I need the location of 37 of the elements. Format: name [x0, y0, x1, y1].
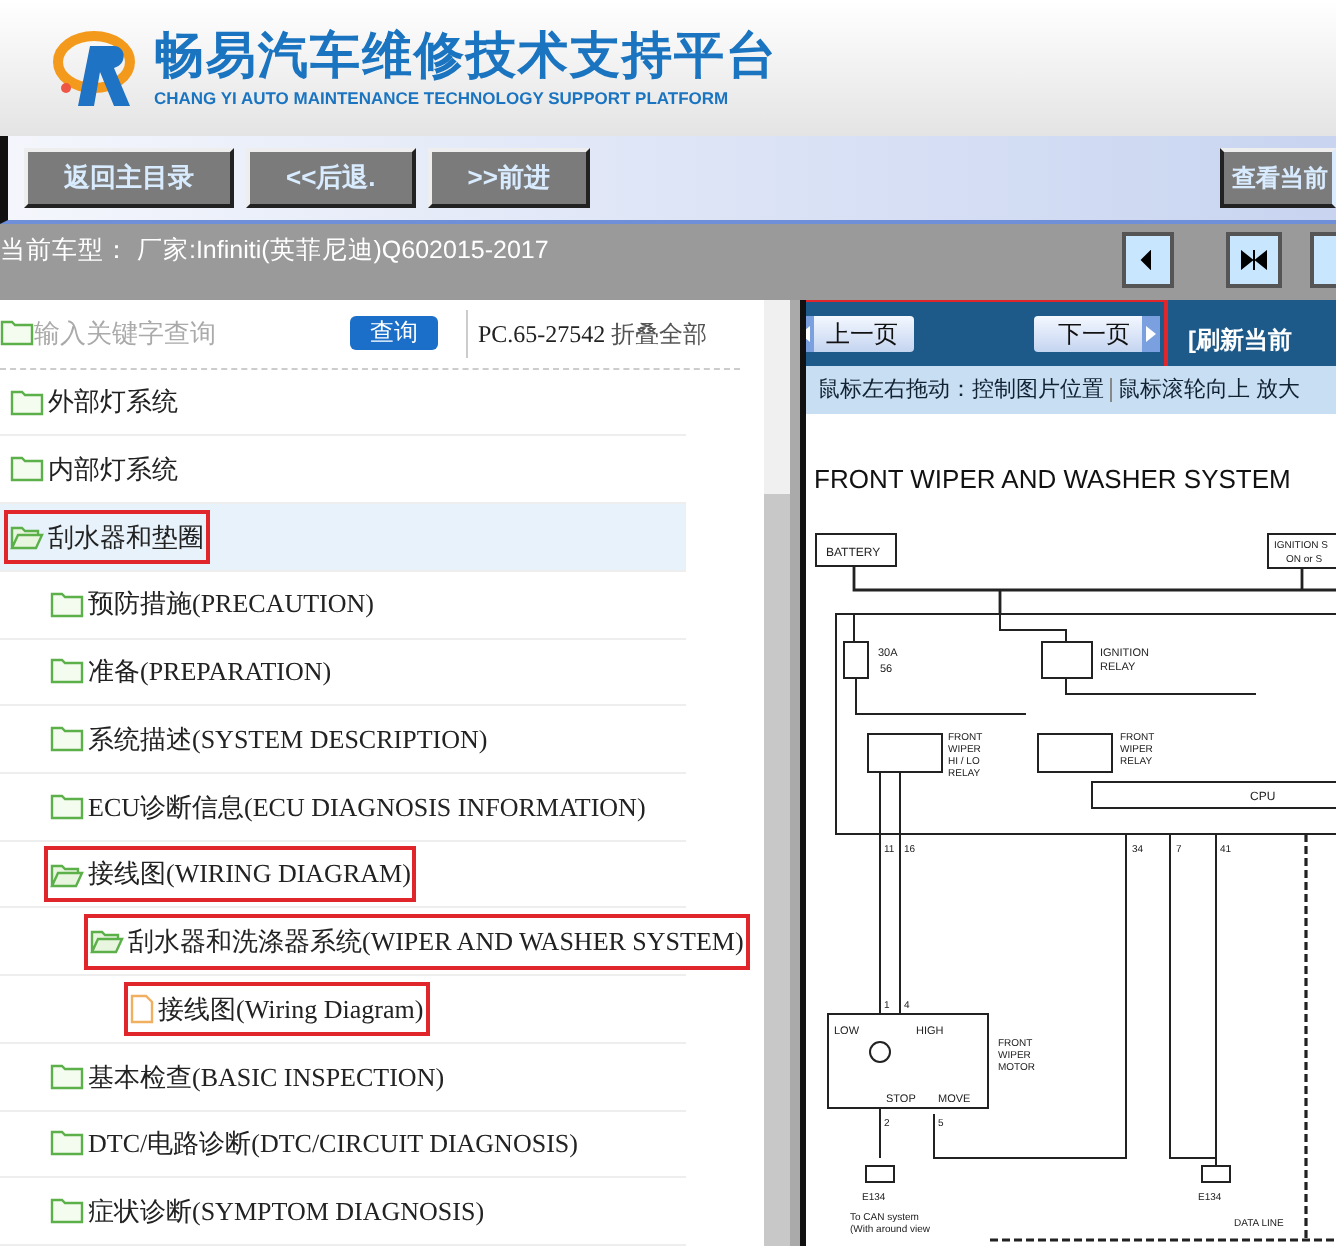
collapse-all-link[interactable]: 折叠全部 — [611, 315, 708, 352]
single-arrow-icon — [1140, 250, 1156, 270]
vehicle-info: 当前车型： 厂家:Infiniti(英菲尼迪)Q602015-2017 — [0, 234, 549, 268]
panel-split-button[interactable] — [1226, 232, 1282, 288]
tree-item[interactable]: 接线图(WIRING DIAGRAM) — [44, 846, 417, 902]
tree-item[interactable]: 准备(PREPARATION) — [44, 644, 338, 700]
zoom-hint: 鼠标滚轮向上 放大 — [1118, 375, 1301, 406]
nav-button[interactable]: 返回主目录 — [24, 148, 234, 208]
double-arrow-icon — [1240, 250, 1268, 270]
next-page-button[interactable]: 下一页 — [1034, 315, 1160, 351]
scrollbar-thumb[interactable] — [764, 494, 790, 1246]
folder-icon — [0, 320, 34, 347]
tree-item[interactable]: 外部灯系统 — [4, 374, 184, 430]
previous-page-button[interactable]: 上一页 — [806, 315, 914, 351]
tree-item[interactable]: 刮水器和垫圈 — [4, 509, 210, 565]
drag-hint: 鼠标左右拖动：控制图片位置 — [818, 375, 1104, 406]
tree-item[interactable]: 症状诊断(SYMPTOM DIAGNOSIS) — [44, 1183, 491, 1239]
tree-item[interactable]: DTC/电路诊断(DTC/CIRCUIT DIAGNOSIS) — [44, 1116, 584, 1172]
catalog-code: PC.65-27542 — [478, 317, 606, 352]
nav-button[interactable]: >>前进 — [427, 148, 590, 208]
tree-item[interactable]: 预防措施(PRECAUTION) — [44, 576, 380, 632]
tree-item[interactable]: 系统描述(SYSTEM DESCRIPTION) — [44, 711, 494, 767]
refresh-link[interactable]: [刷新当前 — [1188, 321, 1292, 357]
view-current-button[interactable]: 查看当前 — [1220, 148, 1336, 208]
site-subtitle: CHANG YI AUTO MAINTENANCE TECHNOLOGY SUPPORT PLATFORM — [154, 86, 731, 110]
tree-item[interactable]: 基本检查(BASIC INSPECTION) — [44, 1049, 451, 1104]
tree-item[interactable]: 内部灯系统 — [4, 442, 184, 498]
tree-item[interactable]: 接线图(Wiring Diagram) — [124, 981, 430, 1037]
nav-button[interactable]: <<后退. — [246, 148, 416, 208]
site-title: 畅易汽车维修技术支持平台 — [154, 26, 778, 86]
search-button[interactable]: 查询 — [350, 316, 438, 351]
panel-button[interactable] — [1310, 232, 1336, 288]
panel-toggle-button[interactable] — [1122, 232, 1174, 288]
tree-item[interactable]: ECU诊断信息(ECU DIAGNOSIS INFORMATION) — [44, 779, 652, 835]
document-icon — [130, 994, 154, 1025]
search-field[interactable]: 输入关键字查询 — [34, 314, 334, 354]
tree-item[interactable]: 刮水器和洗涤器系统(WIPER AND WASHER SYSTEM) — [84, 914, 750, 970]
